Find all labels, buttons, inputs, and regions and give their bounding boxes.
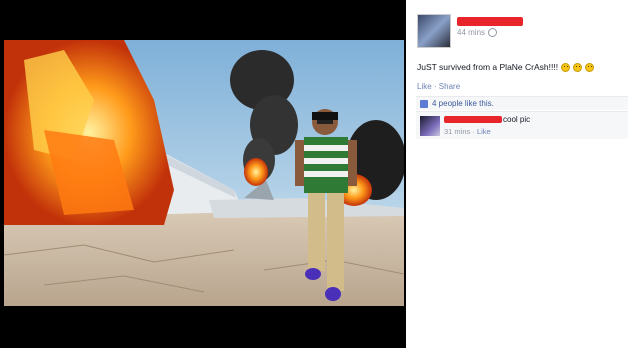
smile-emoji-icon <box>585 62 595 72</box>
globe-icon <box>488 28 498 37</box>
comment-text: cool pic <box>503 115 531 124</box>
likes-text[interactable]: 4 people like this. <box>432 99 494 108</box>
smile-emoji-icon <box>573 62 583 72</box>
post-photo[interactable] <box>4 40 404 306</box>
commenter-avatar[interactable] <box>420 116 440 136</box>
post-caption: JuST survived from a PlaNe CrAsh!!!! <box>417 62 595 72</box>
author-avatar[interactable] <box>417 14 451 48</box>
comment-item: cool pic 31 mins · Like <box>416 111 628 139</box>
comment-meta-separator: · <box>470 127 477 136</box>
share-link[interactable]: Share <box>439 82 460 91</box>
comment-like-link[interactable]: Like <box>477 127 491 136</box>
caption-text: JuST survived from a PlaNe CrAsh!!!! <box>417 62 559 72</box>
thumbs-up-icon <box>420 99 428 108</box>
like-link[interactable]: Like <box>417 82 432 91</box>
likes-summary[interactable]: 4 people like this. <box>416 96 628 110</box>
post-time[interactable]: 44 mins <box>457 28 485 37</box>
post-sidebar: 44 mins JuST survived from a PlaNe CrAsh… <box>406 0 630 348</box>
post-header: 44 mins <box>417 14 627 48</box>
author-name-redaction <box>457 17 523 26</box>
action-separator: · <box>431 82 439 91</box>
post-actions: Like · Share <box>417 82 460 91</box>
post-timestamp[interactable]: 44 mins <box>457 28 498 37</box>
comment-meta: 31 mins · Like <box>444 127 491 136</box>
plane-crash-photo <box>4 40 404 306</box>
smile-emoji-icon <box>561 62 571 72</box>
photo-viewer <box>0 0 406 348</box>
commenter-name-redaction <box>444 116 502 123</box>
comment-time[interactable]: 31 mins <box>444 127 470 136</box>
